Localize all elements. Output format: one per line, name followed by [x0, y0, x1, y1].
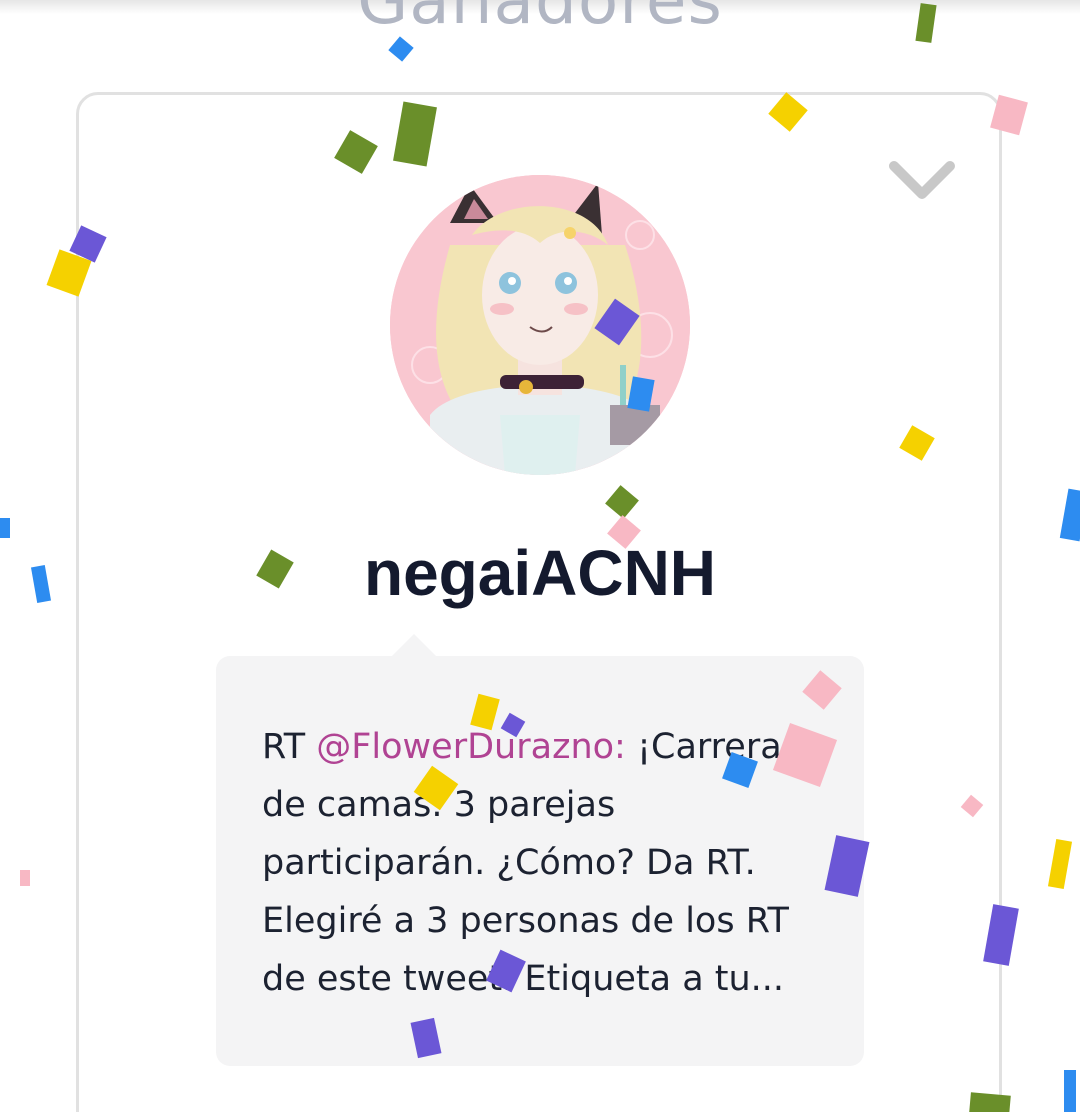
tweet-body: ¡Carrera de camas. 3 parejas participará…	[262, 727, 789, 999]
chevron-down-icon[interactable]	[886, 150, 958, 210]
anime-girl-avatar-icon	[390, 175, 690, 475]
tweet-prefix: RT	[262, 727, 317, 767]
section-title: Ganadores	[357, 0, 723, 39]
tweet-text: RT @FlowerDurazno: ¡Carrera de camas. 3 …	[262, 718, 836, 1008]
bubble-arrow	[390, 634, 438, 658]
winner-username: negaiACNH	[363, 537, 717, 609]
tweet-mention[interactable]: @FlowerDurazno:	[316, 727, 626, 767]
winner-avatar	[390, 175, 690, 475]
winners-page: Ganadores negaiACNH RT @FlowerDurazno: ¡…	[0, 0, 1080, 1112]
